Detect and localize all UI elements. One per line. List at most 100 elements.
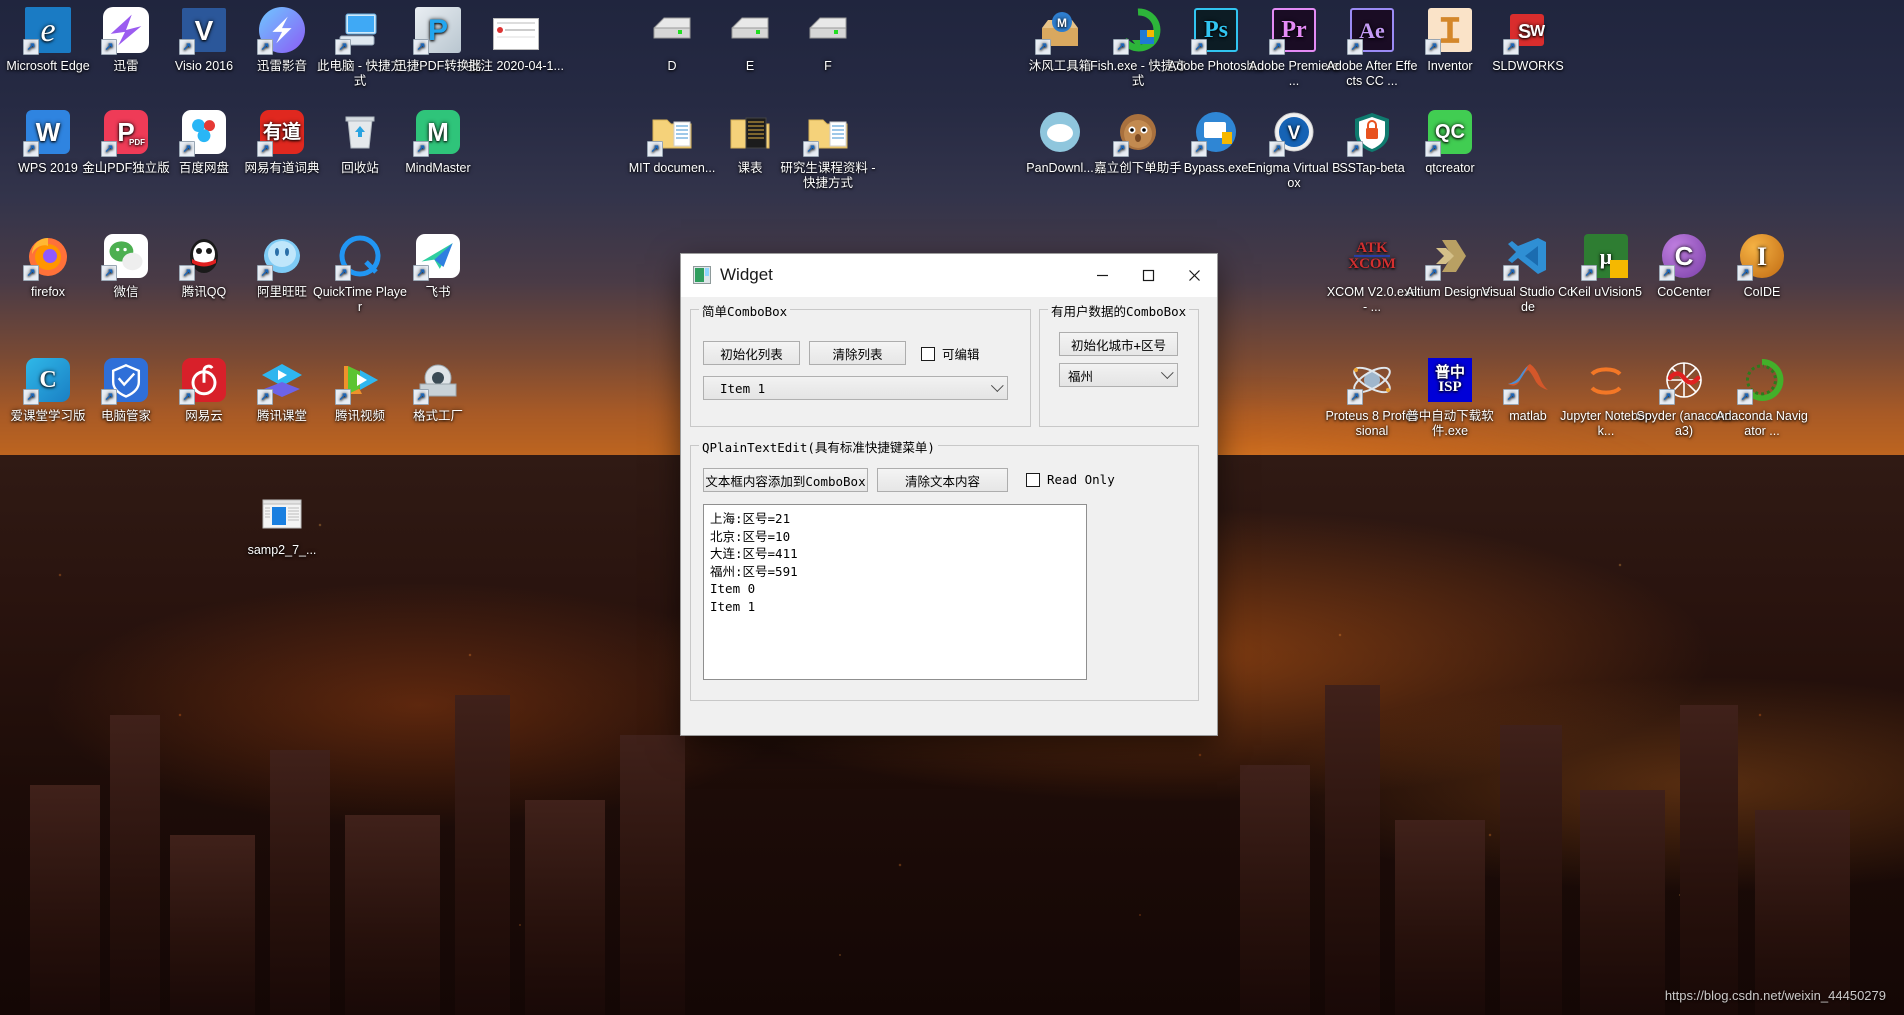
drive-icon [804, 6, 852, 54]
shortcut-arrow-icon [23, 39, 39, 55]
qtcreator-icon: QC [1425, 108, 1474, 157]
shortcut-arrow-icon [1191, 39, 1207, 55]
dialog-body: 简单ComboBox 初始化列表 清除列表 可编辑 Item 1 有用户数据的C… [681, 297, 1217, 701]
editable-checkbox-box[interactable] [921, 346, 935, 361]
clear-list-button[interactable]: 清除列表 [809, 341, 906, 365]
firefox-icon [23, 232, 72, 281]
baidupan-icon [179, 108, 228, 157]
mindmaster-icon: M [413, 108, 462, 157]
shortcut-arrow-icon [1425, 141, 1441, 157]
chevron-down-icon [990, 379, 1004, 393]
folderdark-icon [726, 108, 774, 156]
pandownload-icon [1036, 108, 1084, 156]
shortcut-arrow-icon [179, 141, 195, 157]
desktop-icon-label: SLDWORKS [1492, 59, 1564, 73]
folder-icon [647, 108, 696, 157]
shortcut-arrow-icon [1113, 141, 1129, 157]
desktop-icon-label: MindMaster [405, 161, 471, 175]
enigma-icon: V [1269, 108, 1318, 157]
desktop-icon-uifile[interactable]: samp2_7_... [234, 490, 330, 558]
shortcut-arrow-icon [1191, 141, 1207, 157]
svg-text:V: V [1288, 123, 1301, 144]
desktop-icon-label: qtcreator [1425, 161, 1475, 175]
desktop-icon-formatfactory[interactable]: 格式工厂 [390, 356, 486, 424]
altium-icon [1425, 232, 1474, 281]
desktop-icon-qtcreator[interactable]: QC qtcreator [1402, 108, 1498, 176]
guanjia-icon [101, 356, 150, 405]
shortcut-arrow-icon [335, 265, 351, 281]
jspdf-icon: P PDF [101, 108, 150, 157]
shortcut-arrow-icon [1503, 389, 1519, 405]
readonly-checkbox[interactable]: Read Only [1026, 472, 1115, 487]
shortcut-arrow-icon [179, 389, 195, 405]
userdata-combobox[interactable]: 福州 [1059, 363, 1178, 387]
shortcut-arrow-icon [179, 265, 195, 281]
jupyter-icon [1582, 356, 1630, 404]
uifile-icon [258, 490, 306, 538]
quicktime-icon [335, 232, 384, 281]
desktop-icon-label: F [824, 59, 832, 73]
shortcut-arrow-icon [1347, 389, 1363, 405]
init-city-areacode-button[interactable]: 初始化城市+区号 [1059, 332, 1178, 356]
shortcut-arrow-icon [413, 389, 429, 405]
shortcut-arrow-icon [1347, 141, 1363, 157]
shortcut-arrow-icon [1425, 39, 1441, 55]
thispc-icon [335, 6, 384, 55]
desktop-icon-annotation[interactable]: 批注 2020-04-1... [468, 6, 564, 74]
matlab-icon [1503, 356, 1552, 405]
readonly-checkbox-label: Read Only [1047, 472, 1115, 487]
close-button[interactable] [1171, 254, 1217, 297]
recycle-icon [336, 108, 384, 156]
shortcut-arrow-icon [335, 39, 351, 55]
keil-icon: μ [1581, 232, 1630, 281]
vscode-icon [1503, 232, 1552, 281]
simple-combobox[interactable]: Item 1 [703, 376, 1008, 400]
pr-icon: Pr [1269, 6, 1318, 55]
widget-window[interactable]: Widget 简单ComboBox 初始化列表 清除列表 可编辑 Item 1 [681, 254, 1217, 735]
shortcut-arrow-icon [1659, 389, 1675, 405]
desktop-icon-label: Anaconda Navigator ... [1716, 409, 1808, 438]
clear-text-button[interactable]: 清除文本内容 [877, 468, 1008, 492]
spyder-icon [1659, 356, 1708, 405]
desktop-icon-drive[interactable]: F [780, 6, 876, 74]
shortcut-arrow-icon [1269, 141, 1285, 157]
sstap-icon [1347, 108, 1396, 157]
desktop-icon-anaconda[interactable]: Anaconda Navigator ... [1714, 356, 1810, 439]
shortcut-arrow-icon [101, 141, 117, 157]
anaconda-icon [1737, 356, 1786, 405]
folder-icon [803, 108, 852, 157]
shortcut-arrow-icon [1659, 265, 1675, 281]
desktop-icon-sldworks[interactable]: SW SLDWORKS [1480, 6, 1576, 74]
plaintext-edit[interactable]: 上海:区号=21 北京:区号=10 大连:区号=411 福州:区号=591 It… [703, 504, 1087, 680]
ps-icon: Ps [1191, 6, 1240, 55]
desktop-icon-label: 批注 2020-04-1... [468, 59, 564, 73]
window-titlebar[interactable]: Widget [681, 254, 1217, 297]
add-text-to-combobox-button[interactable]: 文本框内容添加到ComboBox [703, 468, 868, 492]
shortcut-arrow-icon [1737, 389, 1753, 405]
wps-icon: W [23, 108, 72, 157]
init-list-button[interactable]: 初始化列表 [703, 341, 800, 365]
desktop-icon-label: CoIDE [1743, 285, 1781, 299]
minimize-button[interactable] [1079, 254, 1125, 297]
feishu-icon [413, 232, 462, 281]
editable-checkbox[interactable]: 可编辑 [921, 344, 980, 363]
shortcut-arrow-icon [1737, 265, 1753, 281]
shortcut-arrow-icon [257, 265, 273, 281]
aiketang-icon: C [23, 356, 72, 405]
wechat-icon [101, 232, 150, 281]
ketang-icon [257, 356, 306, 405]
desktop-icon-folder[interactable]: 研究生课程资料 - 快捷方式 [780, 108, 876, 191]
sldworks-icon: SW [1503, 6, 1552, 55]
blog-watermark: https://blog.csdn.net/weixin_44450279 [1664, 988, 1886, 1003]
maximize-button[interactable] [1125, 254, 1171, 297]
readonly-checkbox-box[interactable] [1026, 472, 1040, 487]
group-userdata-combobox-title: 有用户数据的ComboBox [1048, 301, 1190, 320]
desktop-icon-coide[interactable]: I CoIDE [1714, 232, 1810, 300]
desktop-icon-mindmaster[interactable]: M MindMaster [390, 108, 486, 176]
shortcut-arrow-icon [23, 389, 39, 405]
desktop-icon-feishu[interactable]: 飞书 [390, 232, 486, 300]
thunderplayer-icon [257, 6, 306, 55]
annotation-icon [492, 6, 540, 54]
app-icon [693, 266, 711, 284]
shortcut-arrow-icon [257, 141, 273, 157]
